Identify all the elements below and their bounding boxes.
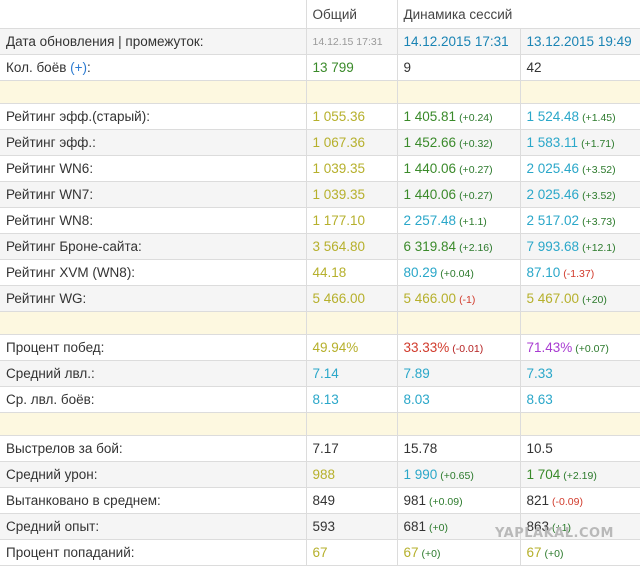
session-2-value: 1 583.11 (+1.71) — [519, 129, 640, 156]
row-label: Рейтинг WN7: — [0, 181, 307, 208]
table-row-wn7: Рейтинг WN7: 1 039.35 1 440.06 (+0.27) 2 … — [0, 181, 640, 208]
session-2-value: 7 993.68 (+12.1) — [519, 233, 640, 260]
row-label: Ср. лвл. боёв: — [0, 386, 307, 413]
table-row-bronesite: Рейтинг Броне-сайта: 3 564.80 6 319.84 (+… — [0, 233, 640, 260]
row-label: Рейтинг эфф.: — [0, 129, 307, 156]
table-row-avg-damage: Средний урон: 988 1 990 (+0.65) 1 704 (+2.… — [0, 461, 640, 488]
session-2-value: 67 (+0) — [519, 539, 640, 566]
row-label: Рейтинг Броне-сайта: — [0, 233, 307, 260]
session-2-value: 2 025.46 (+3.52) — [519, 181, 640, 208]
table-row-hit-pct: Процент попаданий: 67 67 (+0) 67 (+0) — [0, 539, 640, 566]
session-1-value: 2 257.48 (+1.1) — [396, 207, 521, 234]
general-value: 7.14 — [305, 360, 398, 387]
table-row-wg: Рейтинг WG: 5 466.00 5 466.00 (-1) 5 467.… — [0, 285, 640, 312]
general-value: 5 466.00 — [305, 285, 398, 312]
session-1-value: 5 466.00 (-1) — [396, 285, 521, 312]
table-row-wn6: Рейтинг WN6: 1 039.35 1 440.06 (+0.27) 2 … — [0, 155, 640, 182]
session-1-value: 14.12.2015 17:31 — [396, 28, 521, 55]
row-label: Средний урон: — [0, 461, 307, 488]
session-1-value: 9 — [396, 54, 521, 81]
row-label: Процент побед: — [0, 334, 307, 361]
session-1-value: 1 990 (+0.65) — [396, 461, 521, 488]
table-row-avg-battle-lvl: Ср. лвл. боёв: 8.13 8.03 8.63 — [0, 386, 640, 413]
row-label: Средний лвл.: — [0, 360, 307, 387]
row-label: Кол. боёв (+): — [0, 54, 307, 81]
row-label: Средний опыт: — [0, 513, 307, 540]
general-value: 1 039.35 — [305, 155, 398, 182]
session-2-value: 8.63 — [519, 386, 640, 413]
row-label: Вытанковано в среднем: — [0, 487, 307, 514]
general-value: 49.94% — [305, 334, 398, 361]
column-header-general: Общий — [305, 0, 398, 29]
general-value: 8.13 — [305, 386, 398, 413]
row-label: Рейтинг эфф.(старый): — [0, 103, 307, 130]
general-value: 14.12.15 17:31 — [305, 28, 398, 55]
general-value: 1 055.36 — [305, 103, 398, 130]
section-separator — [0, 311, 640, 335]
row-label: Рейтинг XVM (WN8): — [0, 259, 307, 286]
row-label: Процент попаданий: — [0, 539, 307, 566]
session-2-value: 821 (-0.09) — [519, 487, 640, 514]
general-value: 1 177.10 — [305, 207, 398, 234]
table-row-eff-old: Рейтинг эфф.(старый): 1 055.36 1 405.81(… — [0, 103, 640, 130]
general-value: 7.17 — [305, 435, 398, 462]
table-row-tanked: Вытанковано в среднем: 849 981 (+0.09) 82… — [0, 487, 640, 514]
general-value: 44.18 — [305, 259, 398, 286]
table-row-xvm: Рейтинг XVM (WN8): 44.18 80.29 (+0.04) 87… — [0, 259, 640, 286]
general-value: 849 — [305, 487, 398, 514]
session-1-value: 981 (+0.09) — [396, 487, 521, 514]
session-1-value: 7.89 — [396, 360, 521, 387]
session-1-value: 33.33% (-0.01) — [396, 334, 521, 361]
stats-table: Общий Динамика сессий Дата обновления | … — [0, 0, 640, 566]
session-1-value: 15.78 — [396, 435, 521, 462]
session-2-value: 1 704 (+2.19) — [519, 461, 640, 488]
session-1-value: 67 (+0) — [396, 539, 521, 566]
session-2-value: 2 517.02 (+3.73) — [519, 207, 640, 234]
session-1-value: 1 440.06 (+0.27) — [396, 155, 521, 182]
section-separator — [0, 412, 640, 436]
session-1-value: 80.29 (+0.04) — [396, 259, 521, 286]
general-value: 1 039.35 — [305, 181, 398, 208]
session-1-value: 6 319.84 (+2.16) — [396, 233, 521, 260]
row-label: Дата обновления | промежуток: — [0, 28, 307, 55]
general-value: 1 067.36 — [305, 129, 398, 156]
session-1-value: 1 440.06 (+0.27) — [396, 181, 521, 208]
header-row: Общий Динамика сессий — [0, 0, 640, 29]
general-value: 13 799 — [305, 54, 398, 81]
general-value: 67 — [305, 539, 398, 566]
session-2-value: 10.5 — [519, 435, 640, 462]
row-label: Выстрелов за бой: — [0, 435, 307, 462]
session-1-value: 1 405.81 (+0.24) — [396, 103, 521, 130]
table-row-wn8: Рейтинг WN8: 1 177.10 2 257.48 (+1.1) 2 5… — [0, 207, 640, 234]
general-value: 988 — [305, 461, 398, 488]
session-2-value: 1 524.48 (+1.45) — [519, 103, 640, 130]
table-row-shots: Выстрелов за бой: 7.17 15.78 10.5 — [0, 435, 640, 462]
table-row-update: Дата обновления | промежуток: 14.12.15 1… — [0, 28, 640, 55]
session-2-value: 13.12.2015 19:49 — [519, 28, 640, 55]
row-label: Рейтинг WN8: — [0, 207, 307, 234]
session-2-value: 5 467.00 (+20) — [519, 285, 640, 312]
table-row-avg-lvl: Средний лвл.: 7.14 7.89 7.33 — [0, 360, 640, 387]
table-row-winrate: Процент побед: 49.94% 33.33% (-0.01) 71.4… — [0, 334, 640, 361]
session-2-value: 71.43% (+0.07) — [519, 334, 640, 361]
table-row-battles: Кол. боёв (+): 13 799 9 42 — [0, 54, 640, 81]
session-2-value: 7.33 — [519, 360, 640, 387]
row-label: Рейтинг WN6: — [0, 155, 307, 182]
add-battles-link[interactable]: (+) — [70, 60, 87, 75]
row-label: Рейтинг WG: — [0, 285, 307, 312]
table-row-eff: Рейтинг эфф.: 1 067.36 1 452.66 (+0.32) 1… — [0, 129, 640, 156]
column-header-dynamics: Динамика сессий — [396, 0, 640, 29]
session-1-value: 8.03 — [396, 386, 521, 413]
session-2-value: 42 — [519, 54, 640, 81]
watermark: YAPLAKAL.COM — [495, 526, 614, 541]
general-value: 593 — [305, 513, 398, 540]
section-separator — [0, 80, 640, 104]
session-2-value: 2 025.46 (+3.52) — [519, 155, 640, 182]
session-2-value: 87.10 (-1.37) — [519, 259, 640, 286]
general-value: 3 564.80 — [305, 233, 398, 260]
session-1-value: 1 452.66 (+0.32) — [396, 129, 521, 156]
